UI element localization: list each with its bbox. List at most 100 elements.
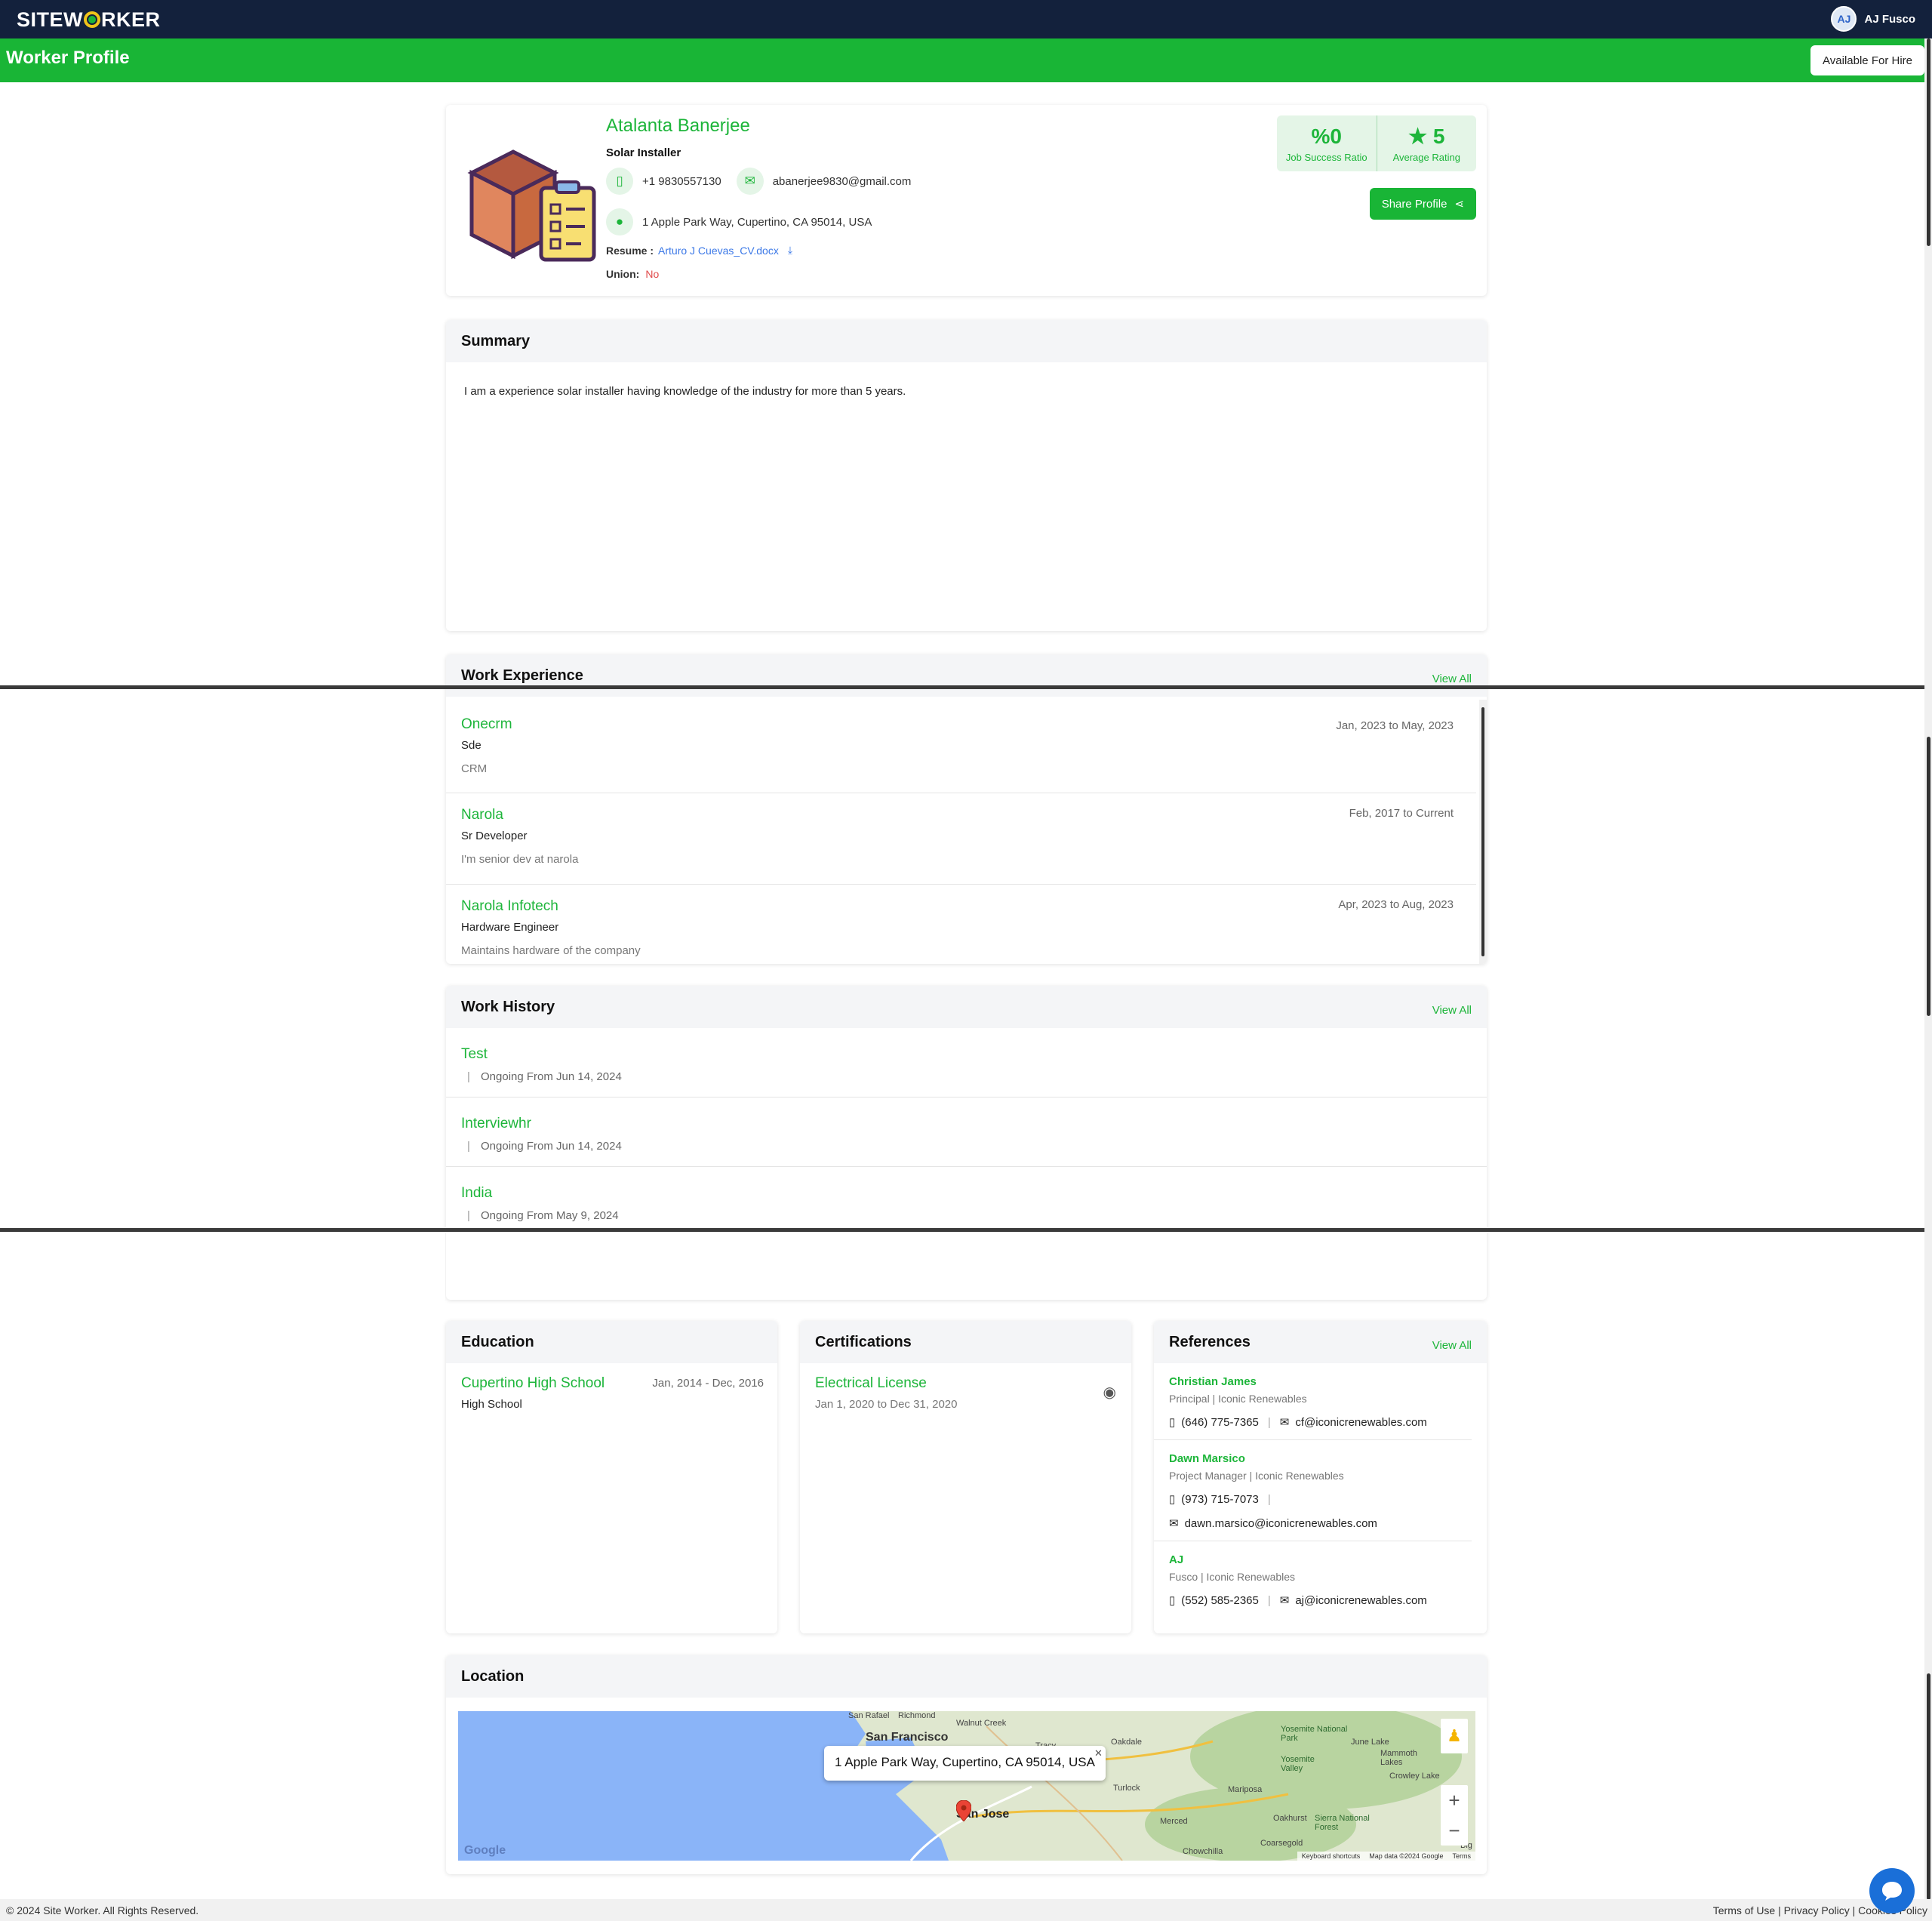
list-item[interactable]: Christian James Principal | Iconic Renew… — [1154, 1363, 1472, 1440]
experience-scrollbar-thumb[interactable] — [1481, 707, 1484, 956]
certifications-title: Certifications — [815, 1333, 912, 1350]
user-name: AJ Fusco — [1864, 12, 1915, 26]
phone-icon: ▯ — [1169, 1594, 1176, 1607]
chat-icon[interactable] — [1869, 1868, 1915, 1913]
summary-title: Summary — [461, 332, 531, 349]
download-icon[interactable]: ⤓ — [788, 244, 792, 257]
phone-icon: ▯ — [1169, 1493, 1176, 1506]
worker-phone[interactable]: +1 9830557130 — [642, 175, 721, 188]
reference-role: Principal | Iconic Renewables — [1169, 1393, 1307, 1405]
certification-dates: Jan 1, 2020 to Dec 31, 2020 — [815, 1398, 958, 1411]
horizontal-scrollbar[interactable] — [0, 685, 1924, 689]
list-item[interactable]: Cupertino High School High School Jan, 2… — [446, 1363, 777, 1423]
list-item[interactable]: Onecrm Sde CRM Jan, 2023 to May, 2023 — [446, 701, 1476, 793]
references-title: References — [1169, 1333, 1251, 1350]
user-menu[interactable]: AJ AJ Fusco — [1831, 6, 1915, 32]
list-item[interactable]: Narola Sr Developer I'm senior dev at na… — [446, 793, 1476, 885]
email-icon: ✉ — [736, 168, 764, 195]
job-dates: Feb, 2017 to Current — [1349, 807, 1454, 820]
map-label: Sierra National Forest — [1315, 1814, 1370, 1832]
map-label: Yosemite National Park — [1281, 1725, 1348, 1743]
list-item[interactable]: Narola Infotech Hardware Engineer Mainta… — [446, 885, 1476, 964]
rating-label: Average Rating — [1392, 152, 1460, 163]
keyboard-shortcuts-link[interactable]: Keyboard shortcuts — [1302, 1852, 1361, 1860]
list-item[interactable]: Dawn Marsico Project Manager | Iconic Re… — [1154, 1440, 1472, 1541]
page-scrollbar-thumb[interactable] — [1927, 737, 1930, 1016]
reference-role: Fusco | Iconic Renewables — [1169, 1571, 1296, 1583]
company-name: Narola Infotech — [461, 898, 558, 914]
list-item[interactable]: Electrical License Jan 1, 2020 to Dec 31… — [800, 1363, 1131, 1423]
resume-link[interactable]: Arturo J Cuevas_CV.docx — [658, 245, 779, 257]
stats-box: %0 Job Success Ratio ★ 5 Average Rating — [1277, 115, 1476, 171]
copyright-text: © 2024 Site Worker. All Rights Reserved. — [6, 1904, 199, 1916]
page-scrollbar-thumb[interactable] — [1927, 1673, 1930, 1900]
worker-email[interactable]: abanerjee9830@gmail.com — [773, 175, 912, 188]
location-title: Location — [461, 1667, 525, 1685]
work-history-view-all[interactable]: View All — [1432, 998, 1472, 1017]
avatar: AJ — [1831, 6, 1857, 32]
logo-text-start: SITEW — [17, 8, 83, 31]
location-pin-icon: ● — [606, 208, 633, 236]
worker-title: Solar Installer — [606, 146, 681, 159]
info-window-text: 1 Apple Park Way, Cupertino, CA 95014, U… — [835, 1755, 1095, 1769]
references-view-all[interactable]: View All — [1432, 1333, 1472, 1352]
address-row: ● 1 Apple Park Way, Cupertino, CA 95014,… — [606, 208, 872, 236]
resume-label: Resume : — [606, 244, 654, 257]
reference-phone[interactable]: (552) 585-2365 — [1181, 1594, 1259, 1607]
page-footer: © 2024 Site Worker. All Rights Reserved.… — [0, 1899, 1932, 1921]
street-view-pegman-icon[interactable]: ♟ — [1441, 1719, 1468, 1753]
reference-email[interactable]: cf@iconicrenewables.com — [1295, 1416, 1426, 1429]
job-description: I'm senior dev at narola — [461, 853, 579, 866]
summary-text: I am a experience solar installer having… — [464, 385, 906, 398]
scroll-mask — [0, 1232, 445, 1300]
zoom-in-icon[interactable]: + — [1448, 1789, 1460, 1812]
map-label: Mariposa — [1228, 1785, 1263, 1794]
google-map[interactable]: San Francisco San Jose Walnut Creek Trac… — [458, 1711, 1475, 1861]
education-dates: Jan, 2014 - Dec, 2016 — [652, 1377, 764, 1390]
project-name: Interviewhr — [461, 1116, 531, 1131]
reference-email[interactable]: aj@iconicrenewables.com — [1295, 1594, 1426, 1607]
list-item[interactable]: Test Ongoing From Jun 14, 2024 — [446, 1028, 1487, 1097]
availability-button[interactable]: Available For Hire — [1810, 45, 1924, 75]
company-name: Narola — [461, 807, 503, 823]
education-card: Education Cupertino High School High Sch… — [446, 1321, 777, 1633]
close-icon[interactable]: ✕ — [1094, 1747, 1103, 1759]
map-footer: Keyboard shortcuts Map data ©2024 Google… — [1297, 1852, 1475, 1861]
worker-name: Atalanta Banerjee — [606, 115, 750, 136]
map-zoom-controls: + − — [1441, 1785, 1468, 1846]
email-icon: ✉ — [1279, 1416, 1290, 1429]
location-card: Location San Francisco San Jose Walnut C… — [446, 1655, 1487, 1874]
list-item[interactable]: India Ongoing From May 9, 2024 — [446, 1167, 1487, 1236]
share-profile-button[interactable]: Share Profile ⋖ — [1369, 188, 1476, 220]
email-icon: ✉ — [1279, 1594, 1290, 1607]
certifications-card: Certifications Electrical License Jan 1,… — [800, 1321, 1131, 1633]
zoom-out-icon[interactable]: − — [1448, 1819, 1460, 1842]
eye-icon[interactable]: ◉ — [1103, 1383, 1116, 1402]
reference-name: Dawn Marsico — [1169, 1452, 1245, 1465]
union-label: Union: — [606, 268, 640, 280]
reference-phone[interactable]: (973) 715-7073 — [1181, 1493, 1259, 1506]
map-label: Crowley Lake — [1389, 1772, 1440, 1781]
top-navbar: SITEW RKER AJ AJ Fusco — [0, 0, 1932, 38]
map-marker-icon[interactable] — [955, 1799, 972, 1822]
site-logo[interactable]: SITEW RKER — [17, 8, 161, 32]
project-status: Ongoing From Jun 14, 2024 — [461, 1070, 1472, 1083]
map-label: Chowchilla — [1183, 1847, 1223, 1856]
list-item[interactable]: Interviewhr Ongoing From Jun 14, 2024 — [446, 1097, 1487, 1167]
reference-email[interactable]: dawn.marsico@iconicrenewables.com — [1185, 1517, 1377, 1530]
union-row: Union: No — [606, 268, 659, 280]
experience-scrollbar[interactable] — [1479, 700, 1487, 964]
terms-link[interactable]: Terms — [1453, 1852, 1472, 1860]
union-value: No — [645, 268, 660, 280]
worker-address: 1 Apple Park Way, Cupertino, CA 95014, U… — [642, 215, 872, 229]
resume-row: Resume : Arturo J Cuevas_CV.docx ⤓ — [606, 244, 792, 257]
list-item[interactable]: AJ Fusco | Iconic Renewables ▯ (552) 585… — [1154, 1541, 1472, 1618]
map-label: Oakdale — [1111, 1738, 1142, 1747]
education-level: High School — [461, 1398, 522, 1411]
work-experience-view-all[interactable]: View All — [1432, 667, 1472, 685]
project-name: Test — [461, 1046, 488, 1062]
page-scrollbar[interactable] — [1924, 38, 1932, 1900]
reference-phone[interactable]: (646) 775-7365 — [1181, 1416, 1259, 1429]
page-scrollbar-thumb[interactable] — [1927, 38, 1930, 246]
job-description: Maintains hardware of the company — [461, 944, 641, 957]
